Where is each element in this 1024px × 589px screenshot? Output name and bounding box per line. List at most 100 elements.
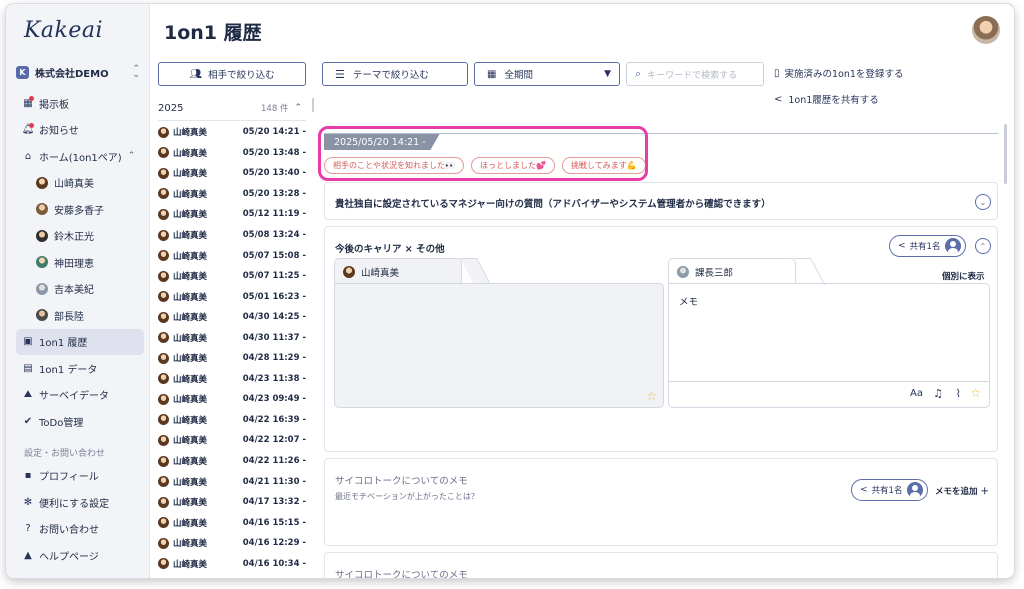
home-icon: ⌂ (24, 150, 32, 162)
session-datetime: 04/23 11:38 - (242, 373, 306, 384)
list-item[interactable]: 山崎真美 04/17 13:32 - (158, 492, 306, 513)
partner-name: 山崎真美 (173, 169, 208, 180)
partner-name: 山崎真美 (173, 457, 208, 468)
partner-name: 山崎真美 (173, 251, 208, 262)
scrollbar[interactable] (1004, 124, 1007, 184)
session-datetime: 05/20 13:40 - (242, 168, 306, 179)
share-button[interactable]: < 共有1名 (889, 235, 967, 257)
sidebar-item-profile[interactable]: ▪ プロフィール (16, 463, 144, 490)
tab-partner[interactable]: 山崎真美 (334, 258, 462, 284)
session-datetime: 05/08 13:24 - (242, 230, 306, 240)
list-item[interactable]: 山崎真美 04/23 09:49 - (158, 389, 306, 410)
list-item[interactable]: 山崎真美 04/16 10:34 - (158, 553, 306, 574)
list-item[interactable]: 山崎真美 05/20 13:40 - (158, 163, 306, 184)
list-item[interactable]: 山崎真美 05/08 13:24 - (158, 225, 306, 246)
chevron-down-icon[interactable]: ⌄ (975, 194, 991, 210)
star-icon[interactable]: ☆ (970, 386, 981, 400)
avatar (158, 229, 169, 241)
share-icon: < (898, 241, 906, 251)
period-select[interactable]: ▦ 全期間 ▼ (474, 62, 620, 86)
list-item[interactable]: 山崎真美 05/01 16:23 - (158, 286, 306, 307)
list-item[interactable]: 山崎真美 05/20 13:48 - (158, 143, 306, 164)
share-icon: < (774, 93, 783, 105)
list-item[interactable]: 山崎真美 04/30 14:25 - (158, 307, 306, 328)
filter-by-theme-button[interactable]: ☰ テーマで絞り込む (322, 62, 468, 86)
my-memo-body[interactable]: メモ Aa ♫ ⌇ ☆ (668, 283, 990, 408)
avatar (158, 188, 169, 200)
list-item[interactable]: 山崎真美 04/22 16:39 - (158, 410, 306, 431)
star-icon[interactable]: ☆ (646, 389, 657, 403)
sidebar-member[interactable]: 山崎真美 (16, 170, 144, 197)
list-item[interactable]: 山崎真美 05/20 13:28 - (158, 184, 306, 205)
sidebar-item-notice[interactable]: 🔔︎ お知らせ (16, 117, 144, 144)
chevron-up-icon[interactable]: ⌃ (975, 238, 991, 254)
list-item[interactable]: 山崎真美 04/16 12:29 - (158, 533, 306, 554)
list-item[interactable]: 山崎真美 04/22 11:26 - (158, 451, 306, 472)
list-item[interactable]: 山崎真美 05/07 15:08 - (158, 245, 306, 266)
avatar (158, 270, 169, 282)
sidebar-member[interactable]: 部長陸 (16, 302, 144, 329)
memo-text[interactable]: メモ (679, 294, 698, 308)
share-history-link[interactable]: < 1on1履歴を共有する (774, 92, 879, 107)
session-datetime: 04/16 10:34 - (242, 558, 306, 569)
paperclip-icon[interactable]: ⌇ (956, 387, 961, 400)
sidebar-member[interactable]: 神田理恵 (16, 249, 144, 276)
app-logo[interactable]: Kakeai (24, 18, 103, 43)
sidebar-item-data[interactable]: ▤ 1on1 データ (16, 355, 144, 382)
list-item[interactable]: 山崎真美 04/21 11:30 - (158, 471, 306, 492)
sidebar-item-settings[interactable]: ✻ 便利にする設定 (16, 489, 144, 516)
session-datetime: 05/07 11:25 - (242, 271, 306, 282)
list-item[interactable]: 山崎真美 04/23 11:38 - (158, 369, 306, 390)
user-avatar[interactable] (972, 16, 1000, 44)
avatar (36, 203, 48, 216)
chevron-up-icon[interactable]: ⌃ (294, 103, 302, 113)
card-title: 今後のキャリア × その他 (335, 244, 445, 255)
avatar (158, 291, 169, 303)
sidebar-item-help[interactable]: ▲ ヘルプページ (16, 542, 144, 569)
bell-icon[interactable]: ♫ (933, 387, 943, 400)
chevron-up-icon[interactable]: ⌃ (128, 151, 136, 161)
list-item[interactable]: 山崎真美 05/12 11:19 - (158, 204, 306, 225)
member-name: 鈴木正光 (54, 232, 94, 244)
question-icon: ? (25, 523, 31, 535)
profile-icon: ▪ (24, 470, 32, 482)
gear-icon: ✻ (23, 496, 33, 508)
sidebar-item-board[interactable]: ▦ 掲示板 (16, 90, 144, 117)
calendar-icon: ▦ (487, 68, 497, 80)
notification-dot (29, 96, 34, 101)
list-item[interactable]: 山崎真美 05/20 14:21 - (158, 122, 306, 143)
manager-question-card[interactable]: 貴社独自に設定されているマネジャー向けの質問（アドバイザーやシステム管理者から確… (324, 182, 998, 220)
list-item[interactable]: 山崎真美 04/30 11:37 - (158, 327, 306, 348)
sidebar-member[interactable]: 鈴木正光 (16, 223, 144, 250)
company-switcher[interactable]: K 株式会社DEMO ⌃ ⌄ (16, 62, 140, 82)
list-item[interactable]: 山崎真美 04/16 15:15 - (158, 512, 306, 533)
scrollbar[interactable] (312, 98, 314, 112)
sidebar-item-label: 掲示板 (39, 99, 69, 111)
sidebar-item-todo[interactable]: ✔ ToDo管理 (16, 408, 144, 435)
sidebar-member[interactable]: 吉本美紀 (16, 276, 144, 303)
partner-name: 山崎真美 (173, 539, 208, 550)
avatar (36, 229, 48, 242)
tab-self[interactable]: 課長三郎 (668, 258, 796, 284)
sidebar-item-label: 1on1 履歴 (39, 338, 88, 350)
avatar (158, 455, 169, 467)
button-label: 相手で絞り込む (208, 70, 275, 81)
record-count: 148 件 (261, 104, 289, 114)
list-item[interactable]: 山崎真美 05/07 11:25 - (158, 266, 306, 287)
search-input[interactable]: ⌕ キーワードで検索する (626, 62, 764, 86)
sidebar-item-history[interactable]: ▣ 1on1 履歴 (16, 328, 144, 355)
sidebar-member[interactable]: 安藤多香子 (16, 196, 144, 223)
chevron-updown-icon: ⌃ ⌄ (132, 64, 140, 80)
list-year-header[interactable]: 2025 148 件 ⌃ (158, 102, 302, 115)
register-1on1-link[interactable]: ▯ 実施済みの1on1を登録する (774, 66, 903, 81)
filter-by-person-button[interactable]: 👥︎ 相手で絞り込む (158, 62, 306, 86)
sidebar-item-contact[interactable]: ? お問い合わせ (16, 516, 144, 543)
list-item[interactable]: 山崎真美 04/22 12:07 - (158, 430, 306, 451)
sidebar-item-home[interactable]: ⌂ ホーム(1on1ペア) ⌃ (16, 143, 144, 170)
dice-talk-card: サイコロトークについてのメモ (324, 552, 998, 578)
list-item[interactable]: 山崎真美 04/28 11:29 - (158, 348, 306, 369)
sidebar-item-survey[interactable]: ⛰ サーベイデータ (16, 382, 144, 409)
font-size-icon[interactable]: Aa (910, 388, 923, 399)
share-button[interactable]: < 共有1名 (851, 479, 929, 501)
add-memo-button[interactable]: メモを追加 ＋ (935, 485, 989, 497)
